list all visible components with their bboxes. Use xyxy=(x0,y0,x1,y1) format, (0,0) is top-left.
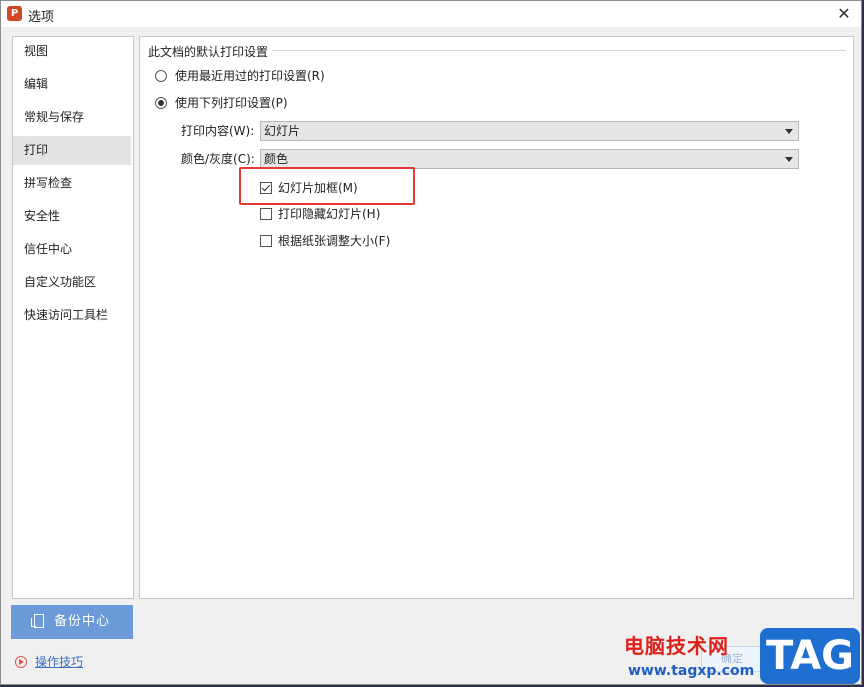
checkbox-label: 根据纸张调整大小(F) xyxy=(278,234,391,248)
checkbox[interactable] xyxy=(260,235,272,247)
backup-document-icon xyxy=(31,614,44,628)
print-content-value: 幻灯片 xyxy=(264,124,301,138)
print-settings-panel: 此文档的默认打印设置 使用最近用过的打印设置(R) 使用下列打印设置(P) 打印… xyxy=(139,36,854,599)
sidebar-item-view[interactable]: 视图 xyxy=(13,37,131,66)
sidebar-item-general-save[interactable]: 常规与保存 xyxy=(13,103,131,132)
checkbox-label: 打印隐藏幻灯片(H) xyxy=(278,207,381,221)
color-grayscale-value: 颜色 xyxy=(264,152,289,166)
checkbox[interactable] xyxy=(260,208,272,220)
sidebar: 视图 编辑 常规与保存 打印 拼写检查 安全性 信任中心 自定义功能区 快速访问… xyxy=(12,36,134,599)
radio-label: 使用下列打印设置(P) xyxy=(175,96,288,110)
radio-label: 使用最近用过的打印设置(R) xyxy=(175,69,325,83)
radio-button-checked[interactable] xyxy=(155,97,167,109)
backup-center-label: 备份中心 xyxy=(54,614,111,629)
print-content-label: 打印内容(W): xyxy=(181,124,255,138)
watermark-site-name: 电脑技术网 xyxy=(624,634,729,658)
play-circle-icon xyxy=(15,656,27,668)
group-divider xyxy=(270,50,846,51)
checkbox-label: 幻灯片加框(M) xyxy=(278,181,358,195)
watermark-tag-logo: TAG xyxy=(760,628,860,684)
close-icon[interactable]: ✕ xyxy=(833,3,855,25)
color-grayscale-select[interactable]: 颜色 xyxy=(260,149,799,169)
backup-center-button[interactable]: 备份中心 xyxy=(11,605,133,639)
title-bar: P 选项 ✕ xyxy=(1,1,861,27)
sidebar-item-quick-access-toolbar[interactable]: 快速访问工具栏 xyxy=(13,301,131,330)
dropdown-arrow-icon xyxy=(785,157,793,162)
group-title: 此文档的默认打印设置 xyxy=(148,43,273,60)
sidebar-item-edit[interactable]: 编辑 xyxy=(13,70,131,99)
sidebar-item-customize-ribbon[interactable]: 自定义功能区 xyxy=(13,268,131,297)
sidebar-item-security[interactable]: 安全性 xyxy=(13,202,131,231)
dropdown-arrow-icon xyxy=(785,129,793,134)
tips-label: 操作技巧 xyxy=(35,655,84,669)
sidebar-item-trust-center[interactable]: 信任中心 xyxy=(13,235,131,264)
sidebar-item-print[interactable]: 打印 xyxy=(13,136,131,165)
checkbox-checked[interactable] xyxy=(260,182,272,194)
radio-button[interactable] xyxy=(155,70,167,82)
presentation-app-icon: P xyxy=(7,6,22,21)
options-dialog: P 选项 ✕ 视图 编辑 常规与保存 打印 拼写检查 安全性 信任中心 自定义功… xyxy=(0,0,862,685)
print-content-select[interactable]: 幻灯片 xyxy=(260,121,799,141)
dialog-title: 选项 xyxy=(28,10,55,25)
color-grayscale-label: 颜色/灰度(C): xyxy=(181,152,255,166)
watermark-url: www.tagxp.com xyxy=(628,663,755,679)
sidebar-item-spell-check[interactable]: 拼写检查 xyxy=(13,169,131,198)
